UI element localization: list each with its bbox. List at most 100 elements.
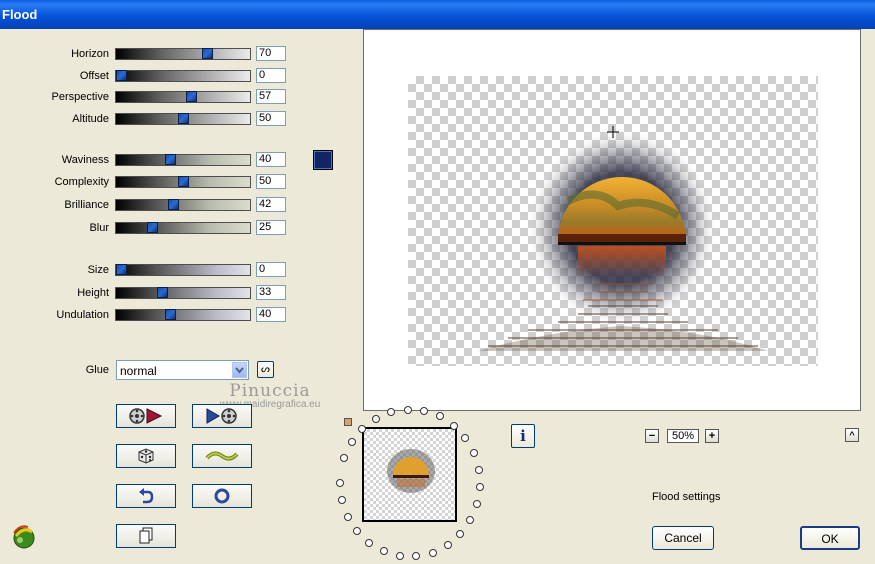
blur-slider-thumb[interactable] [147,222,158,233]
blur-label: Blur [89,222,109,234]
preset-dot[interactable] [475,466,483,474]
brilliance-label: Brilliance [64,199,109,211]
preset-dot[interactable] [387,408,395,416]
toggle-button-label: ᔕ [261,364,270,375]
preset-color-marker[interactable] [344,418,352,426]
preset-dot[interactable] [420,407,428,415]
toggle-button[interactable]: ᔕ [257,361,274,378]
undo-button[interactable] [116,484,176,508]
waviness-value-field[interactable]: 40 [256,152,286,167]
info-icon: i [520,427,526,445]
preset-dot[interactable] [436,412,444,420]
cancel-button[interactable]: Cancel [652,526,714,550]
preset-dot[interactable] [456,530,464,538]
zoom-level-field[interactable]: 50% [667,429,699,443]
preset-dot[interactable] [412,552,420,560]
offset-slider[interactable] [115,70,251,82]
brilliance-slider-thumb[interactable] [168,199,179,210]
perspective-slider-thumb[interactable] [186,91,197,102]
height-value-field[interactable]: 33 [256,285,286,300]
copy-button[interactable] [116,524,176,548]
perspective-value-field[interactable]: 57 [256,89,286,104]
horizon-slider[interactable] [115,48,251,60]
altitude-slider[interactable] [115,113,251,125]
size-value-field[interactable]: 0 [256,262,286,277]
height-slider[interactable] [115,287,251,299]
undulation-slider[interactable] [115,309,251,321]
film-reverse-button[interactable] [116,404,176,428]
complexity-slider-thumb[interactable] [178,176,189,187]
zoom-out-button[interactable]: − [645,429,659,443]
preset-dot[interactable] [353,527,361,535]
window-title: Flood [2,7,38,22]
blur-value-field[interactable]: 25 [256,220,286,235]
size-slider-thumb[interactable] [116,264,127,275]
preset-dot[interactable] [404,406,412,414]
thumbnail-image [387,449,435,493]
film-forward-icon [206,408,237,424]
offset-value-field[interactable]: 0 [256,68,286,83]
preset-dot[interactable] [466,516,474,524]
preset-dot[interactable] [348,438,356,446]
size-slider[interactable] [115,264,251,276]
waviness-slider-thumb[interactable] [165,154,176,165]
water-color-swatch[interactable] [313,150,333,170]
ok-button-label: OK [821,532,839,546]
app-logo-icon [13,525,35,549]
preset-dot[interactable] [444,541,452,549]
glue-label: Glue [85,364,109,376]
preset-dot[interactable] [365,539,373,547]
info-button[interactable]: i [511,424,535,448]
randomize-button[interactable] [116,444,176,468]
height-slider-thumb[interactable] [157,287,168,298]
undulation-value-field[interactable]: 40 [256,307,286,322]
offset-slider-thumb[interactable] [116,70,127,81]
horizon-slider-thumb[interactable] [202,48,213,59]
film-forward-button[interactable] [192,404,252,428]
altitude-slider-thumb[interactable] [178,113,189,124]
preset-dot[interactable] [358,425,366,433]
reset-icon [214,488,230,504]
preview-canvas[interactable] [408,76,818,366]
brilliance-slider[interactable] [115,199,251,211]
preset-dot[interactable] [461,434,469,442]
ok-button[interactable]: OK [800,526,860,550]
preset-dot[interactable] [470,449,478,457]
complexity-slider[interactable] [115,176,251,188]
height-label: Height [77,287,109,299]
undulation-label: Undulation [56,309,109,321]
film-reverse-icon [129,408,163,424]
reset-button[interactable] [192,484,252,508]
preset-dot[interactable] [336,479,344,487]
collapse-preview-button[interactable]: ^ [845,428,859,442]
horizon-value-field[interactable]: 70 [256,46,286,61]
undulation-slider-thumb[interactable] [165,309,176,320]
navigator-thumbnail[interactable] [362,427,457,522]
chevron-down-icon[interactable] [232,362,247,378]
preset-dot[interactable] [473,500,481,508]
preset-dot[interactable] [340,454,348,462]
zoom-in-button[interactable]: + [705,429,719,443]
preset-dot[interactable] [380,547,388,555]
preset-dot[interactable] [372,415,380,423]
altitude-value-field[interactable]: 50 [256,111,286,126]
copy-icon [139,527,153,544]
glue-select[interactable]: normal [116,360,249,380]
wave-button[interactable] [192,444,252,468]
waviness-slider[interactable] [115,154,251,166]
blur-slider[interactable] [115,222,251,234]
complexity-value-field[interactable]: 50 [256,174,286,189]
title-bar: Flood [0,0,875,29]
preset-dot[interactable] [344,513,352,521]
preset-dot[interactable] [476,483,484,491]
preset-dot[interactable] [396,552,404,560]
complexity-label: Complexity [54,176,109,188]
preset-dot[interactable] [338,496,346,504]
perspective-label: Perspective [51,91,109,103]
app-logo [10,522,38,550]
preset-dot[interactable] [450,422,458,430]
preview-panel[interactable] [363,29,861,411]
perspective-slider[interactable] [115,91,251,103]
brilliance-value-field[interactable]: 42 [256,197,286,212]
preset-dot[interactable] [429,549,437,557]
